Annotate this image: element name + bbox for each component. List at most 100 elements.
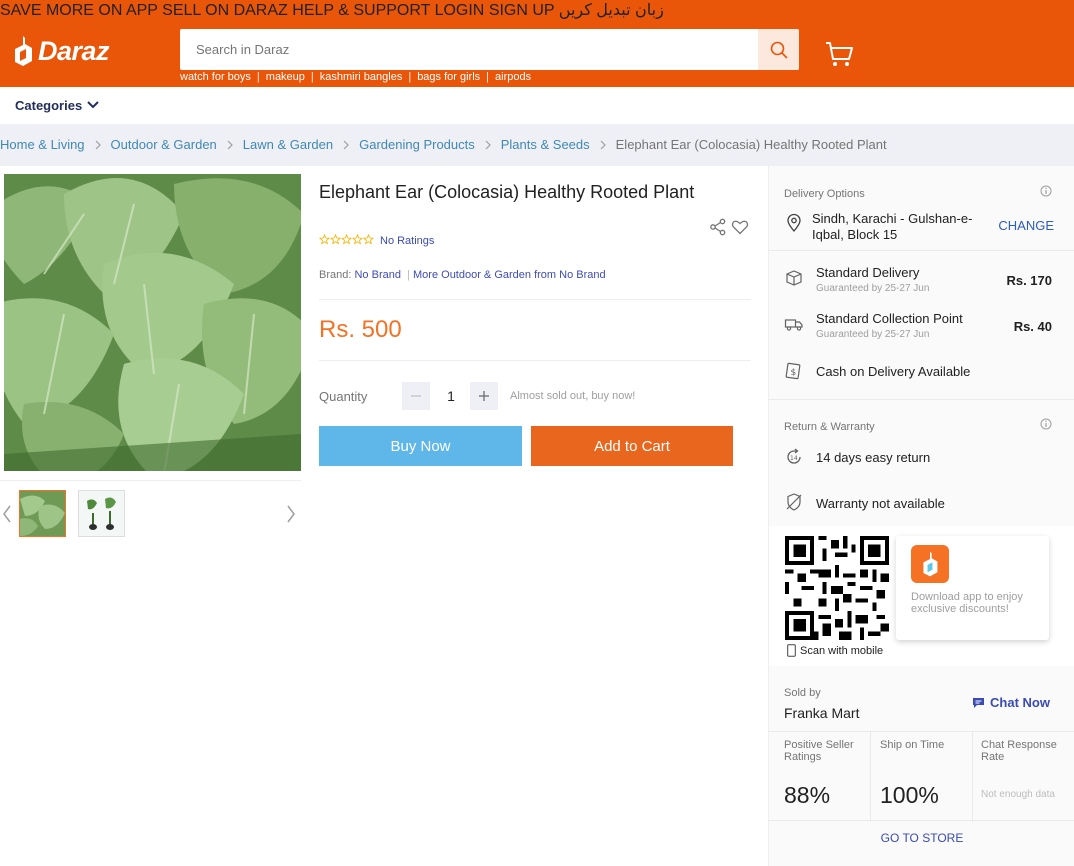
breadcrumb-gardening-products[interactable]: Gardening Products [359, 137, 475, 152]
thumbnail-strip [0, 480, 301, 546]
suggestion-link[interactable]: kashmiri bangles [314, 71, 409, 83]
cash-on-delivery-icon: $ [785, 362, 801, 380]
product-title: Elephant Ear (Colocasia) Healthy Rooted … [319, 182, 695, 202]
metric-label: Ship on Time [880, 739, 945, 751]
categories-bar: Categories [0, 87, 1074, 124]
chevron-down-icon[interactable] [86, 99, 100, 111]
chevron-right-icon[interactable] [286, 505, 296, 523]
delivery-address: Sindh, Karachi - Gulshan-e-Iqbal, Block … [812, 211, 973, 242]
metric-label: Chat Response Rate [981, 739, 1057, 763]
stock-note: Almost sold out, buy now! [510, 390, 636, 402]
collection-point-eta: Guaranteed by 25-27 Jun [816, 329, 930, 340]
topbar-help-support[interactable]: HELP & SUPPORT [292, 2, 430, 19]
scan-with-mobile: Scan with mobile [787, 644, 883, 657]
breadcrumb-plants-seeds[interactable]: Plants & Seeds [501, 137, 590, 152]
seller-name[interactable]: Franka Mart [784, 705, 859, 721]
chevron-right-icon [227, 140, 233, 149]
search-suggestions: watch for boys | makeup | kashmiri bangles… [180, 71, 537, 83]
share-icon[interactable] [709, 218, 727, 236]
divider [319, 299, 751, 300]
go-to-store-link[interactable]: GO TO STORE [769, 831, 1074, 845]
divider [769, 250, 1074, 251]
suggestion-link[interactable]: watch for boys [180, 71, 257, 83]
chevron-left-icon[interactable] [2, 505, 12, 523]
download-app-card[interactable]: Download app to enjoy exclusive discount… [896, 536, 1049, 640]
page: SAVE MORE ON APP SELL ON DARAZ HELP & SU… [0, 0, 1074, 866]
breadcrumb-outdoor-garden[interactable]: Outdoor & Garden [111, 137, 217, 152]
topbar-sell-on-daraz[interactable]: SELL ON DARAZ [162, 2, 288, 19]
topbar-signup[interactable]: SIGN UP [489, 2, 555, 19]
standard-delivery-fee: Rs. 170 [1006, 273, 1052, 288]
standard-delivery-eta: Guaranteed by 25-27 Jun [816, 283, 930, 294]
scan-label: Scan with mobile [800, 644, 884, 657]
suggestion-link[interactable]: airpods [489, 71, 537, 83]
rating-stars[interactable] [319, 234, 374, 245]
product-main-image[interactable] [4, 174, 301, 471]
metric-positive-ratings: Positive Seller Ratings 88% [769, 732, 871, 822]
logo-wordmark: Daraz [38, 35, 110, 66]
quantity-label: Quantity [319, 389, 368, 404]
buy-now-button[interactable]: Buy Now [319, 426, 522, 466]
daraz-logo[interactable]: Daraz [12, 34, 110, 68]
more-from-brand-link[interactable]: More Outdoor & Garden from No Brand [413, 269, 606, 281]
collection-point-fee: Rs. 40 [1013, 319, 1052, 334]
chat-now-button[interactable]: Chat Now [972, 695, 1050, 710]
quantity-value[interactable]: 1 [436, 388, 466, 404]
cash-on-delivery-label: Cash on Delivery Available [816, 364, 971, 379]
brand-line: Brand: No Brand | More Outdoor & Garden … [319, 269, 606, 281]
topbar-language-switch[interactable]: زبان تبدیل کریں [559, 2, 664, 19]
star-icon [363, 234, 374, 245]
product-price: Rs. 500 [319, 316, 402, 343]
share-wishlist-group [709, 218, 749, 236]
svg-text:14: 14 [790, 455, 798, 462]
plant-leaves-image [4, 174, 301, 471]
quantity-increase-button[interactable] [470, 382, 498, 410]
breadcrumb: Home & Living Outdoor & Garden Lawn & Ga… [0, 137, 887, 152]
search-button[interactable] [758, 29, 799, 70]
plus-icon [479, 391, 489, 401]
seller-section: Sold by Franka Mart Chat Now Positive Se… [769, 674, 1074, 866]
standard-delivery-label: Standard Delivery [816, 265, 920, 280]
info-icon[interactable] [1040, 418, 1052, 430]
thumbnail-1[interactable] [19, 490, 66, 537]
divider [769, 399, 1074, 400]
star-icon [319, 234, 330, 245]
chat-now-label: Chat Now [990, 695, 1050, 710]
delivery-box-icon [786, 270, 802, 286]
suggestion-link[interactable]: bags for girls [411, 71, 486, 83]
info-icon[interactable] [1040, 185, 1052, 197]
breadcrumb-home-living[interactable]: Home & Living [0, 137, 85, 152]
suggestion-link[interactable]: makeup [260, 71, 311, 83]
return-icon: 14 [787, 448, 801, 464]
warranty-shield-off-icon [786, 493, 802, 511]
chat-icon [973, 697, 985, 708]
topbar-login[interactable]: LOGIN [435, 2, 485, 19]
metric-chat-response: Chat Response Rate Not enough data [973, 732, 1074, 822]
qr-code-image[interactable] [785, 536, 889, 640]
categories-menu[interactable]: Categories [15, 98, 82, 113]
plant-leaves-thumbnail [20, 491, 65, 536]
cart-icon[interactable] [824, 40, 854, 68]
heart-icon[interactable] [731, 218, 749, 236]
thumbnail-2[interactable] [78, 490, 125, 537]
warranty-label: Warranty not available [816, 496, 945, 511]
quantity-decrease-button[interactable] [402, 382, 430, 410]
easy-return-label: 14 days easy return [816, 450, 931, 465]
brand-link[interactable]: No Brand [354, 269, 400, 281]
metric-label: Positive Seller Ratings [784, 739, 854, 763]
search-input[interactable] [180, 29, 758, 70]
topbar-save-more-on-app[interactable]: SAVE MORE ON APP [0, 2, 158, 19]
ratings-link[interactable]: No Ratings [380, 235, 434, 247]
add-to-cart-button[interactable]: Add to Cart [531, 426, 733, 466]
change-address-link[interactable]: CHANGE [998, 218, 1054, 233]
breadcrumb-lawn-garden[interactable]: Lawn & Garden [243, 137, 333, 152]
delivery-options-heading: Delivery Options [784, 188, 865, 200]
minus-icon [411, 395, 421, 397]
delivery-truck-icon [784, 319, 803, 331]
metric-value: 88% [784, 782, 831, 808]
star-icon [330, 234, 341, 245]
chevron-right-icon [95, 140, 101, 149]
breadcrumb-current: Elephant Ear (Colocasia) Healthy Rooted … [615, 137, 887, 152]
return-warranty-heading: Return & Warranty [784, 421, 875, 433]
metric-value: Not enough data [981, 789, 1055, 800]
